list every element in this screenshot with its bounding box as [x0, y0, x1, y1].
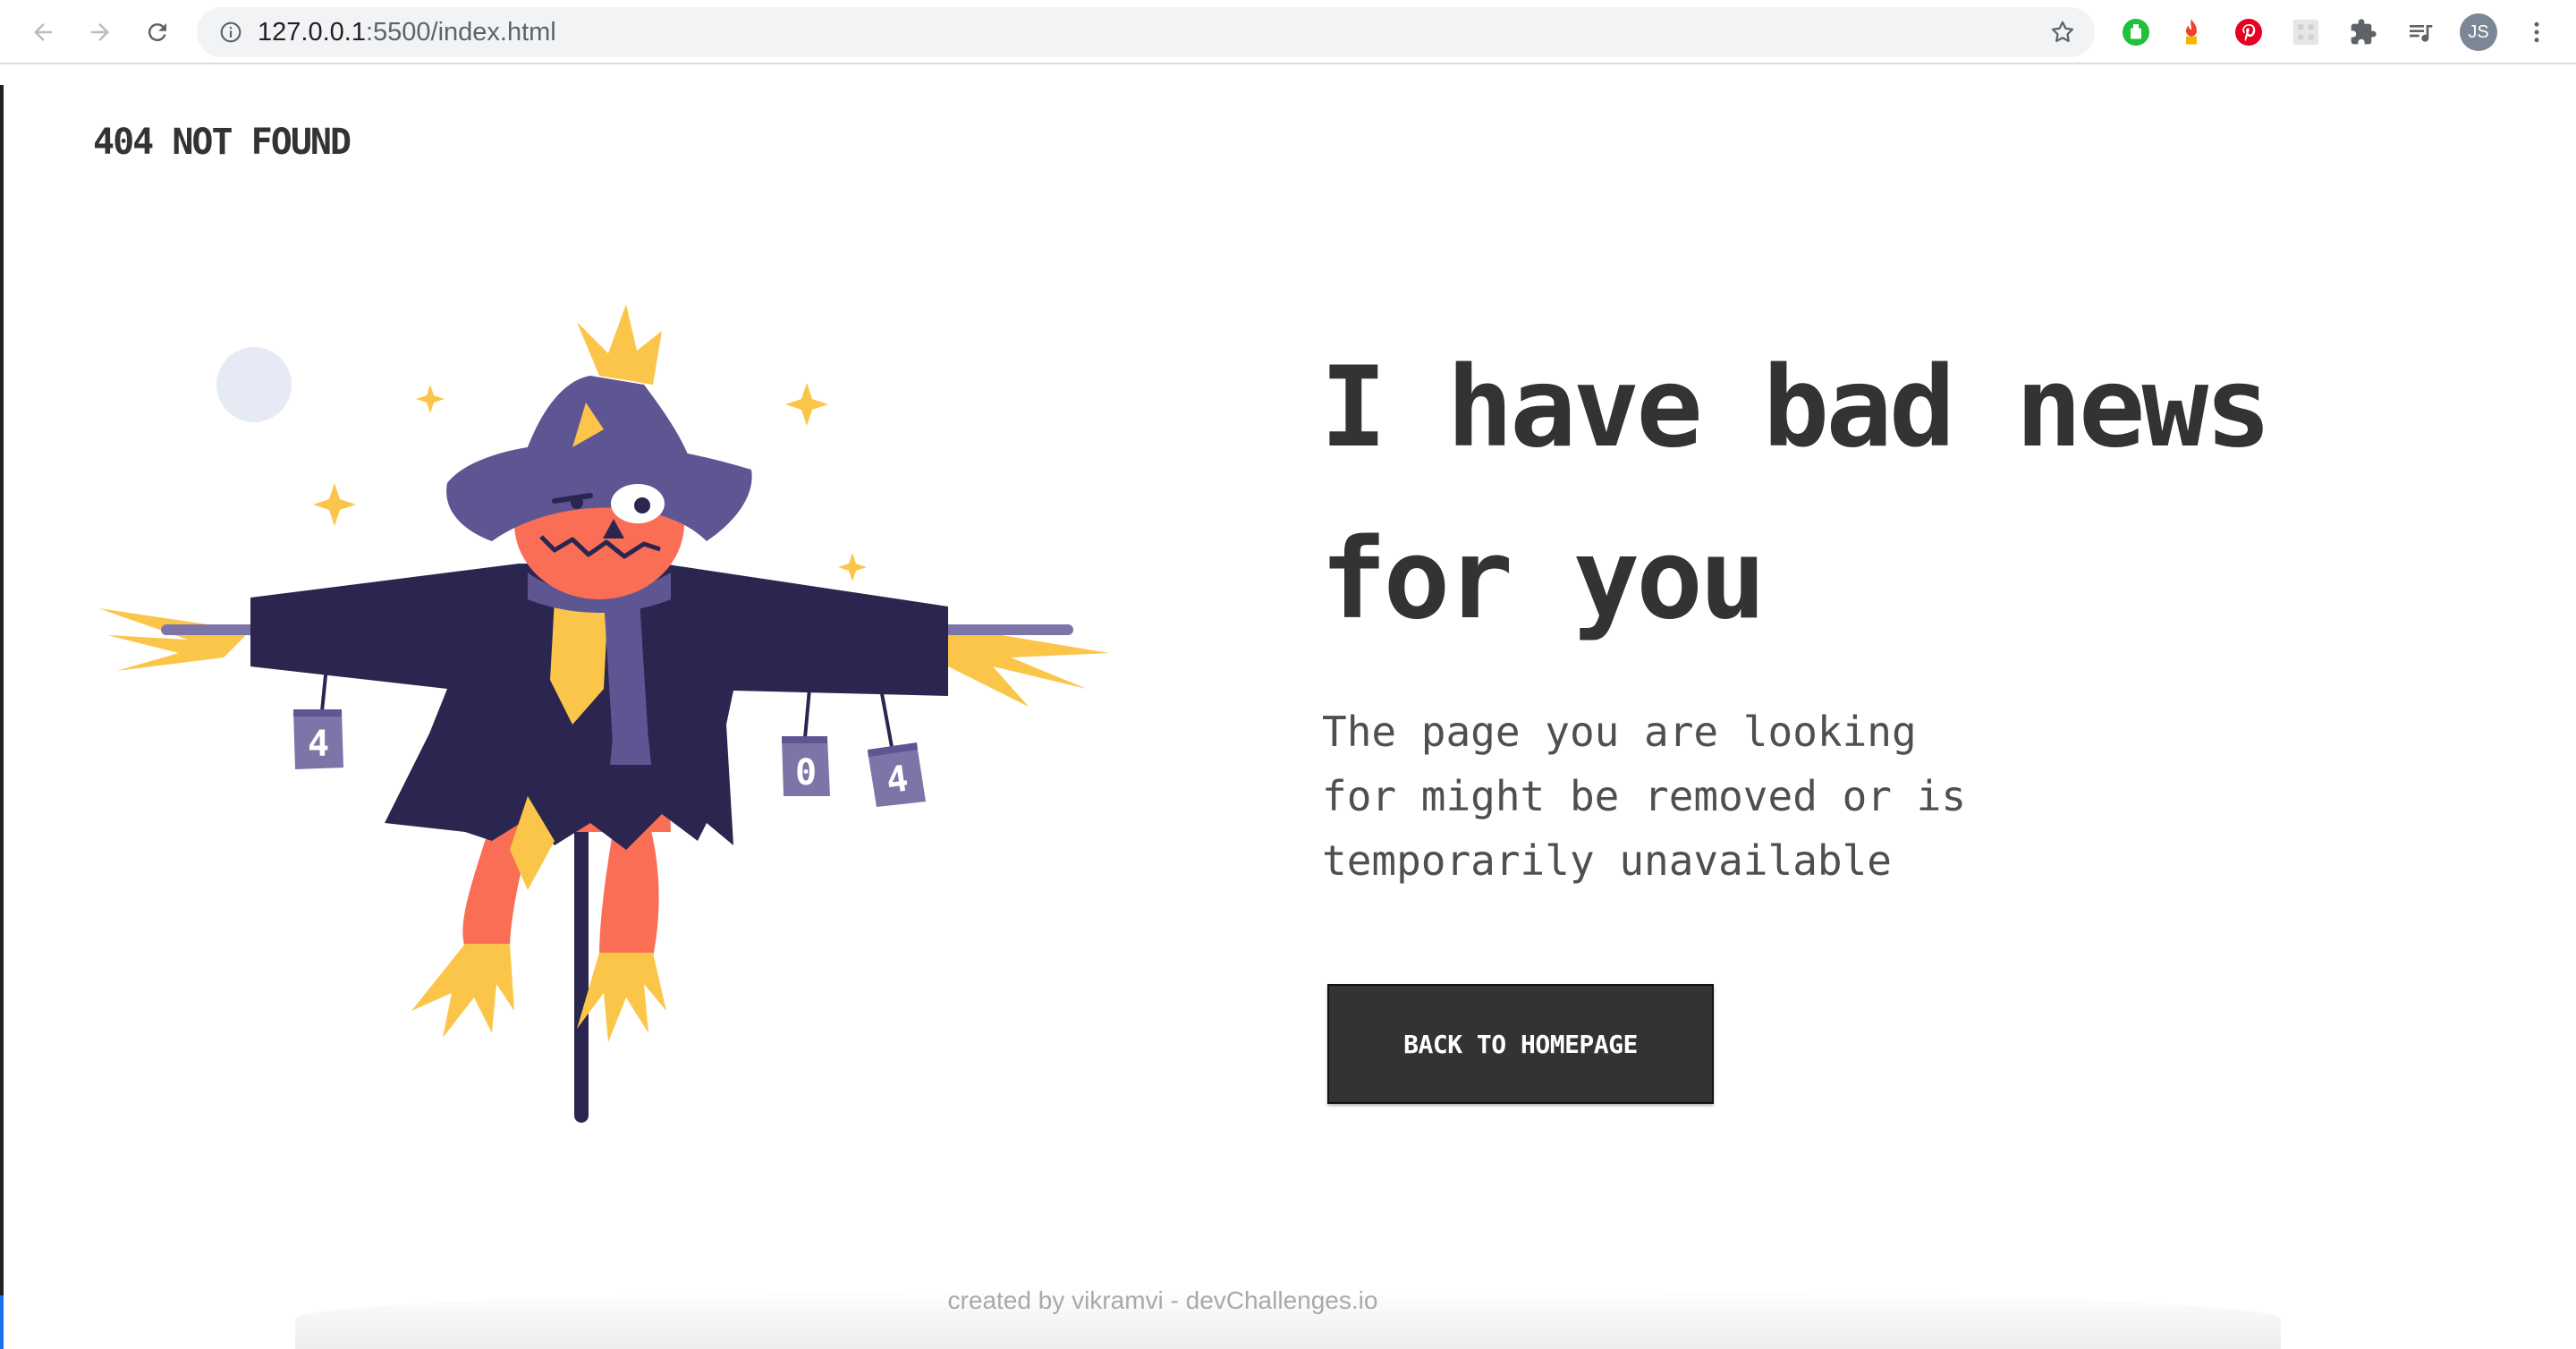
can-label: 4: [308, 724, 329, 765]
url-text: 127.0.0.1:5500/index.html: [258, 7, 556, 57]
description-line-3: temporarily unavailable: [1322, 836, 1892, 885]
scarecrow-illustration: 4 0 4: [89, 304, 1127, 1127]
profile-avatar[interactable]: JS: [2460, 13, 2497, 51]
reload-icon[interactable]: [138, 13, 177, 52]
moon-icon: [216, 347, 292, 422]
window-edge: [0, 85, 4, 1349]
puzzle-extensions-icon[interactable]: [2343, 13, 2383, 52]
fire-extension-icon[interactable]: [2172, 13, 2211, 52]
address-bar[interactable]: 127.0.0.1:5500/index.html: [197, 7, 2095, 57]
back-arrow-icon[interactable]: [23, 13, 63, 52]
back-to-homepage-button[interactable]: BACK TO HOMEPAGE: [1327, 984, 1714, 1104]
forward-arrow-icon[interactable]: [80, 13, 120, 52]
kebab-menu-icon[interactable]: [2517, 13, 2556, 52]
headline-line-1: I have bad news: [1320, 344, 2272, 472]
media-playlist-icon[interactable]: [2401, 13, 2440, 52]
pinterest-icon[interactable]: [2229, 13, 2268, 52]
page-description: The page you are looking for might be re…: [1322, 700, 2002, 893]
bookmark-star-icon[interactable]: [2046, 16, 2079, 48]
can-label: 0: [795, 752, 817, 793]
page-headline: I have bad news for you: [1320, 322, 2394, 666]
footer-credit: created by vikramvi - devChallenges.io: [947, 1286, 1378, 1314]
url-path: :5500/index.html: [365, 18, 556, 47]
green-extension-icon[interactable]: [2116, 13, 2156, 52]
headline-line-2: for you: [1320, 515, 1767, 644]
site-logo[interactable]: 404 NOT FOUND: [93, 122, 352, 163]
description-line-1: The page you are looking: [1322, 708, 1917, 756]
info-icon[interactable]: [216, 18, 245, 47]
grid-extension-icon[interactable]: [2286, 13, 2326, 52]
description-line-2: for might be removed or is: [1322, 772, 1967, 820]
url-host: 127.0.0.1: [258, 18, 366, 47]
browser-toolbar: 127.0.0.1:5500/index.html JS: [0, 0, 2576, 64]
